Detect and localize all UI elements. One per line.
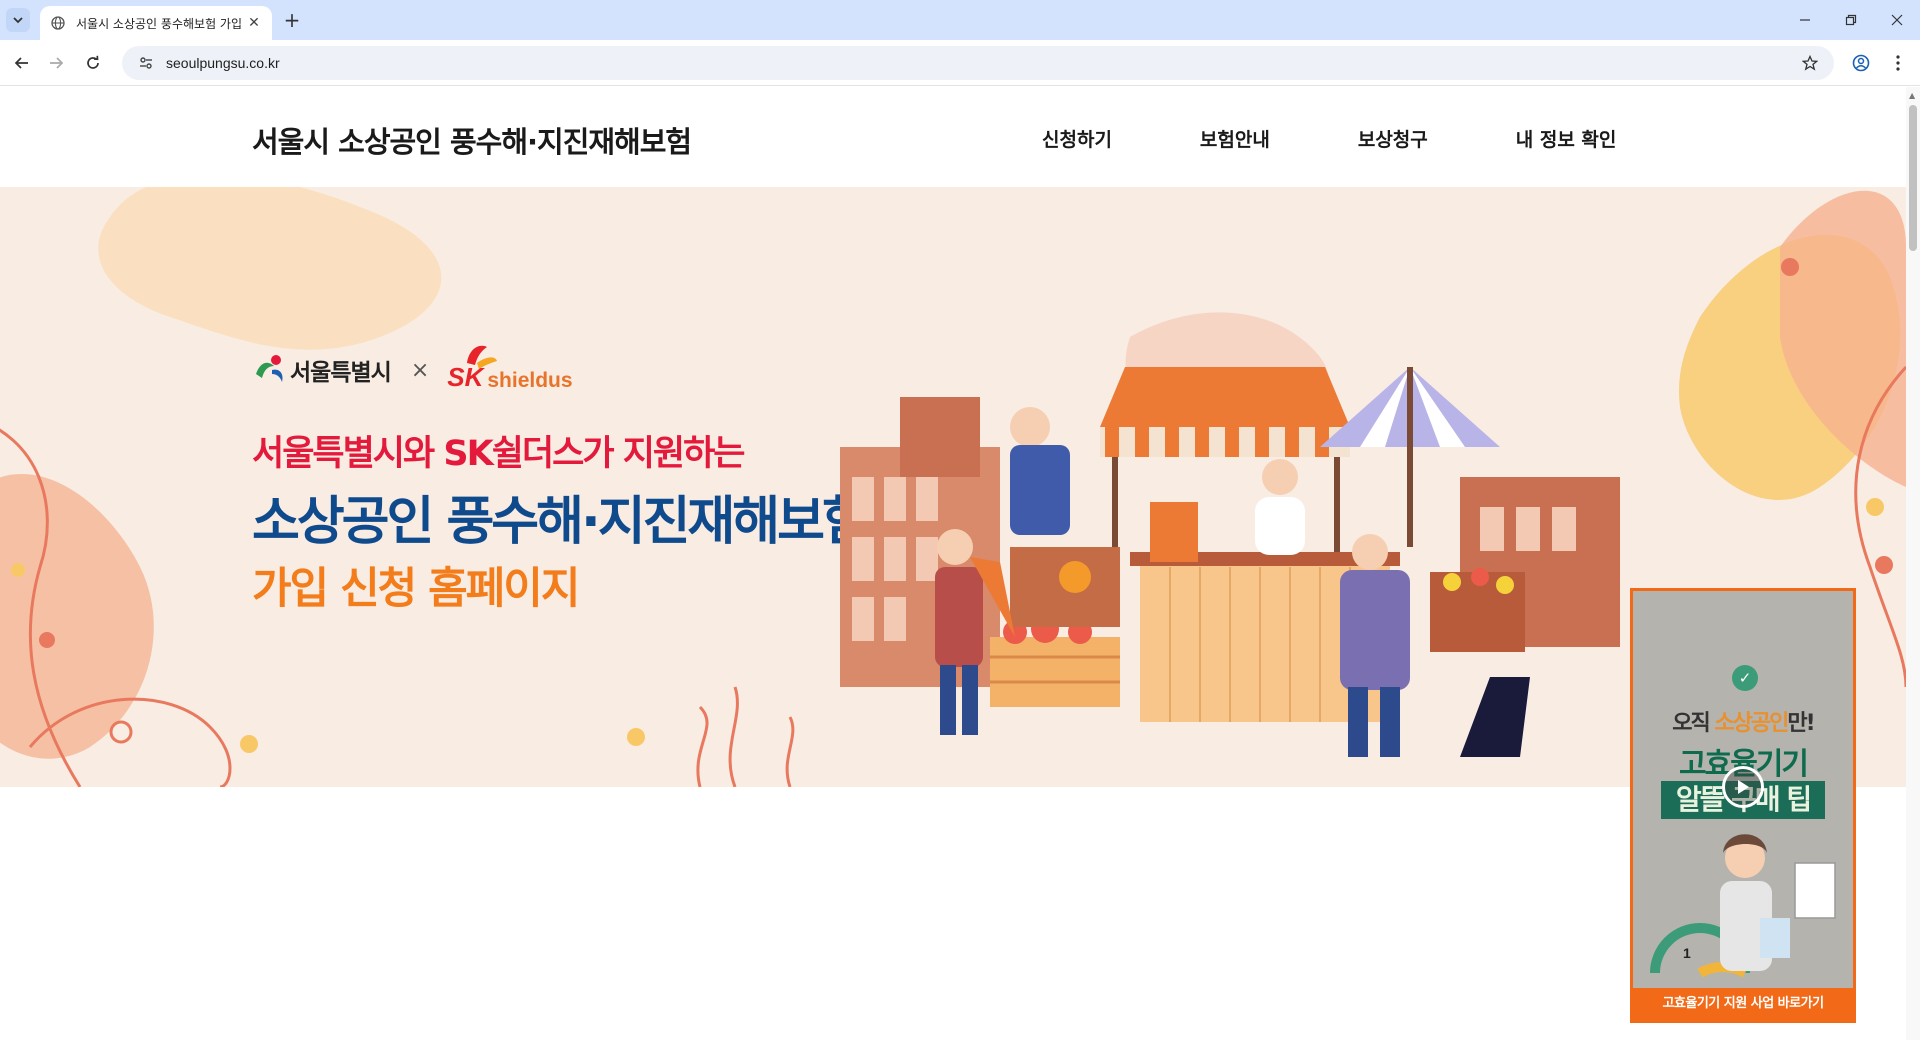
- window-controls: [1782, 0, 1920, 40]
- hero-title: 소상공인 풍수해·지진재해보험: [252, 492, 870, 552]
- scroll-thumb[interactable]: [1909, 105, 1917, 251]
- url-text: seoulpungsu.co.kr: [166, 55, 280, 71]
- banner-line1: 오직 소상공인만!: [1672, 711, 1815, 736]
- video-promo-banner[interactable]: ✓ 오직 소상공인만! 고효율기기 알뜰 구매 팁 1 고효율기기 지원 사업 …: [1630, 588, 1856, 1023]
- profile-icon[interactable]: [1848, 50, 1874, 76]
- chevron-down-icon: [13, 17, 23, 24]
- scroll-up-arrow-icon[interactable]: ▲: [1909, 91, 1915, 100]
- page-scrollbar[interactable]: ▲: [1906, 87, 1920, 1040]
- reload-icon[interactable]: [80, 50, 106, 76]
- browser-toolbar: seoulpungsu.co.kr: [0, 40, 1920, 86]
- nav-apply[interactable]: 신청하기: [1042, 125, 1112, 152]
- close-icon[interactable]: ✕: [246, 15, 262, 31]
- sk-shieldus-logo: SK shieldus: [447, 345, 573, 393]
- partner-logos: 서울특별시 × SK shieldus: [252, 345, 573, 393]
- site-header: 서울시 소상공인 풍수해·지진재해보험 신청하기 보험안내 보상청구 내 정보 …: [0, 87, 1906, 187]
- banner-cta-link[interactable]: 고효율기기 지원 사업 바로가기: [1633, 988, 1853, 1020]
- banner-illustration: 1: [1650, 834, 1836, 978]
- nav-my-info[interactable]: 내 정보 확인: [1516, 125, 1617, 152]
- seoul-logo-icon: [256, 355, 283, 382]
- hero-subtitle: 서울특별시와 SK쉴더스가 지원하는: [252, 434, 746, 474]
- plus-icon[interactable]: +: [280, 8, 304, 32]
- sk-butterfly-icon: [467, 345, 498, 369]
- globe-icon: [50, 15, 66, 31]
- shieldus-logo-text: shieldus: [487, 369, 573, 392]
- back-icon[interactable]: [9, 50, 35, 76]
- nav-insurance-info[interactable]: 보험안내: [1200, 125, 1270, 152]
- address-bar[interactable]: seoulpungsu.co.kr: [122, 46, 1834, 80]
- web-page: 서울시 소상공인 풍수해·지진재해보험 신청하기 보험안내 보상청구 내 정보 …: [0, 87, 1906, 1040]
- tab-list-button[interactable]: [6, 8, 30, 32]
- site-info-icon[interactable]: [136, 53, 156, 73]
- restore-icon[interactable]: [1828, 0, 1874, 40]
- tab-title: 서울시 소상공인 풍수해보험 가입: [76, 16, 243, 31]
- menu-icon[interactable]: [1885, 50, 1911, 76]
- browser-tab-bar: 서울시 소상공인 풍수해보험 가입 ✕ +: [0, 0, 1920, 40]
- site-title[interactable]: 서울시 소상공인 풍수해·지진재해보험: [252, 119, 692, 161]
- close-window-icon[interactable]: [1874, 0, 1920, 40]
- nav-claim[interactable]: 보상청구: [1358, 125, 1428, 152]
- seoul-logo-text: 서울특별시: [290, 360, 392, 386]
- browser-tab-active[interactable]: 서울시 소상공인 풍수해보험 가입 ✕: [40, 6, 272, 40]
- hero-tagline: 가입 신청 홈페이지: [252, 564, 580, 614]
- forward-icon[interactable]: [43, 50, 69, 76]
- main-nav: 신청하기 보험안내 보상청구 내 정보 확인: [1042, 125, 1616, 152]
- minimize-icon[interactable]: [1782, 0, 1828, 40]
- star-icon[interactable]: [1800, 53, 1820, 73]
- svg-text:1: 1: [1683, 945, 1691, 961]
- check-icon: ✓: [1732, 665, 1758, 691]
- collab-x: ×: [410, 357, 430, 383]
- play-icon[interactable]: [1722, 766, 1764, 808]
- market-illustration: [840, 367, 1620, 757]
